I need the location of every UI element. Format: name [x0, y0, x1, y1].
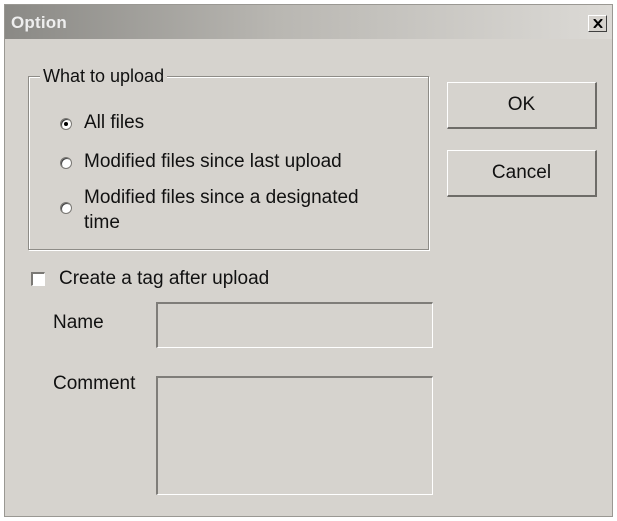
- group-legend: What to upload: [40, 66, 168, 87]
- comment-label: Comment: [53, 373, 136, 394]
- name-label: Name: [53, 312, 104, 333]
- radio-modified-since-time[interactable]: Modified files since a designated time: [60, 185, 359, 235]
- dialog-title: Option: [11, 13, 67, 32]
- name-field[interactable]: [156, 302, 433, 348]
- radio-label-line2: time: [84, 212, 120, 233]
- radio-button[interactable]: [60, 157, 72, 169]
- radio-dot-icon: [64, 122, 68, 126]
- radio-modified-since-last[interactable]: Modified files since last upload: [60, 151, 342, 173]
- close-icon: [592, 19, 603, 28]
- radio-button[interactable]: [60, 202, 72, 214]
- create-tag-checkbox[interactable]: [31, 272, 45, 286]
- ok-button[interactable]: OK: [447, 82, 597, 129]
- radio-all-files[interactable]: All files: [60, 112, 144, 134]
- create-tag-checkbox-row[interactable]: Create a tag after upload: [31, 268, 269, 290]
- radio-button-selected[interactable]: [60, 118, 72, 130]
- title-bar[interactable]: Option: [5, 5, 612, 39]
- ok-button-label: OK: [507, 94, 536, 115]
- create-tag-label: Create a tag after upload: [59, 268, 270, 289]
- comment-field[interactable]: [156, 376, 433, 495]
- radio-label: Modified files since a designated time: [84, 185, 359, 235]
- cancel-button[interactable]: Cancel: [447, 150, 597, 197]
- radio-label: Modified files since last upload: [84, 151, 342, 172]
- radio-label: All files: [84, 112, 145, 133]
- cancel-button-label: Cancel: [491, 162, 552, 183]
- close-button[interactable]: [588, 15, 607, 32]
- radio-label-line1: Modified files since a designated: [84, 187, 359, 208]
